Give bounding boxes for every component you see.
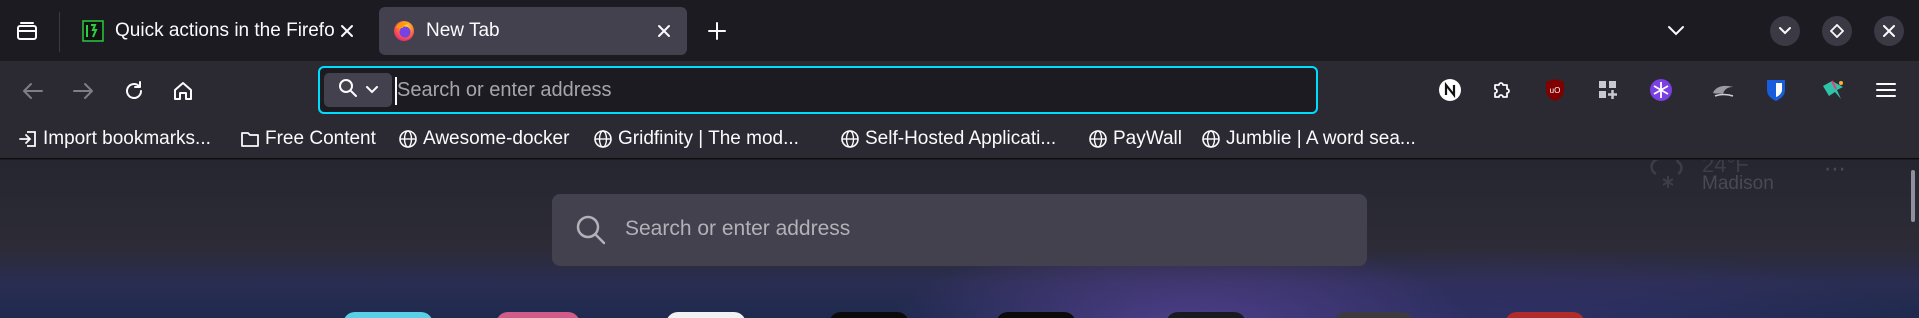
newtab-search-placeholder: Search or enter address xyxy=(625,217,851,240)
back-arrow-icon[interactable] xyxy=(18,76,48,106)
page-scrollbar[interactable] xyxy=(1911,170,1915,222)
minimize-window-icon[interactable] xyxy=(1770,16,1800,46)
hamburger-menu-icon[interactable] xyxy=(1871,75,1901,105)
top-site-tile[interactable] xyxy=(829,312,909,318)
terminal-favicon-icon xyxy=(82,20,104,42)
globe-icon xyxy=(1201,129,1221,149)
top-site-tile[interactable] xyxy=(343,312,433,318)
globe-icon xyxy=(840,129,860,149)
close-tab-icon[interactable] xyxy=(651,18,677,44)
bookmark-label: Gridfinity | The mod... xyxy=(618,128,799,149)
bookmark-label: PayWall xyxy=(1113,128,1182,149)
top-site-tile[interactable] xyxy=(1334,312,1414,318)
bitwarden-icon[interactable] xyxy=(1761,75,1791,105)
reload-icon[interactable] xyxy=(119,76,149,106)
bookmark-label: Jumblie | A word sea... xyxy=(1226,128,1416,149)
weather-widget[interactable]: 24°F Madison ⋯ xyxy=(1640,160,1868,214)
bookmark-paywall[interactable]: PayWall xyxy=(1088,126,1182,152)
tab-title: New Tab xyxy=(426,20,500,41)
text-cursor xyxy=(395,77,397,105)
top-site-tile[interactable] xyxy=(1505,312,1585,318)
address-bar[interactable] xyxy=(318,66,1318,114)
svg-text:uO: uO xyxy=(1550,86,1561,95)
globe-icon xyxy=(398,129,418,149)
address-input[interactable] xyxy=(393,68,1293,112)
tab-title: Quick actions in the Firefox xyxy=(115,20,334,41)
colorful-extension-icon[interactable] xyxy=(1818,75,1848,105)
search-icon xyxy=(575,214,607,251)
globe-icon xyxy=(1088,129,1108,149)
bookmark-label: Self-Hosted Applicati... xyxy=(865,128,1057,149)
bookmark-label: Free Content xyxy=(265,128,376,149)
search-engine-selector[interactable] xyxy=(324,73,392,107)
new-tab-page: 24°F Madison ⋯ Search or enter address xyxy=(0,160,1919,318)
tab-strip: Quick actions in the Firefox New Tab xyxy=(0,0,1919,61)
firefox-logo-icon xyxy=(393,20,415,42)
toolbox-icon[interactable] xyxy=(1593,75,1623,105)
navigation-toolbar: uO xyxy=(0,61,1919,119)
snow-cloud-icon xyxy=(1646,160,1690,197)
maximize-window-icon[interactable] xyxy=(1822,16,1852,46)
newtab-search-box[interactable]: Search or enter address xyxy=(552,194,1367,266)
bookmarks-toolbar: Import bookmarks... Free Content Awesome… xyxy=(0,119,1919,159)
bookmark-self-hosted[interactable]: Self-Hosted Applicati... xyxy=(840,126,1056,152)
tab-new-tab[interactable]: New Tab xyxy=(379,7,687,55)
tab-list-icon[interactable] xyxy=(12,18,42,44)
notion-web-clipper-icon[interactable] xyxy=(1435,75,1465,105)
snowflake-icon[interactable] xyxy=(1646,75,1676,105)
more-options-icon[interactable]: ⋯ xyxy=(1824,160,1848,182)
bookmark-jumblie[interactable]: Jumblie | A word sea... xyxy=(1201,126,1416,152)
bookmark-import[interactable]: Import bookmarks... xyxy=(18,126,211,152)
chevron-down-icon xyxy=(366,81,378,99)
top-site-tile[interactable] xyxy=(666,312,746,318)
bookmark-folder-free-content[interactable]: Free Content xyxy=(240,126,376,152)
import-icon xyxy=(18,129,38,149)
bookmark-awesome-docker[interactable]: Awesome-docker xyxy=(398,126,569,152)
home-icon[interactable] xyxy=(168,76,198,106)
tab-separator xyxy=(59,12,60,52)
bookmark-gridfinity[interactable]: Gridfinity | The mod... xyxy=(593,126,799,152)
top-site-tile[interactable] xyxy=(496,312,580,318)
search-icon xyxy=(338,78,358,103)
weather-location: Madison xyxy=(1702,173,1774,194)
bookmark-label: Import bookmarks... xyxy=(43,128,211,149)
plus-icon[interactable] xyxy=(703,17,731,45)
chevron-down-icon[interactable] xyxy=(1661,16,1691,46)
close-tab-icon[interactable] xyxy=(334,18,360,44)
globe-icon xyxy=(593,129,613,149)
cloud-bird-icon[interactable] xyxy=(1708,75,1738,105)
top-site-tile[interactable] xyxy=(996,312,1076,318)
folder-icon xyxy=(240,129,260,149)
bookmark-label: Awesome-docker xyxy=(423,128,570,149)
top-site-tile[interactable] xyxy=(1166,312,1246,318)
close-window-icon[interactable] xyxy=(1874,16,1904,46)
extensions-puzzle-icon[interactable] xyxy=(1487,75,1517,105)
forward-arrow-icon[interactable] xyxy=(68,76,98,106)
ublock-origin-icon[interactable]: uO xyxy=(1540,75,1570,105)
tab-quick-actions[interactable]: Quick actions in the Firefox xyxy=(68,7,370,55)
